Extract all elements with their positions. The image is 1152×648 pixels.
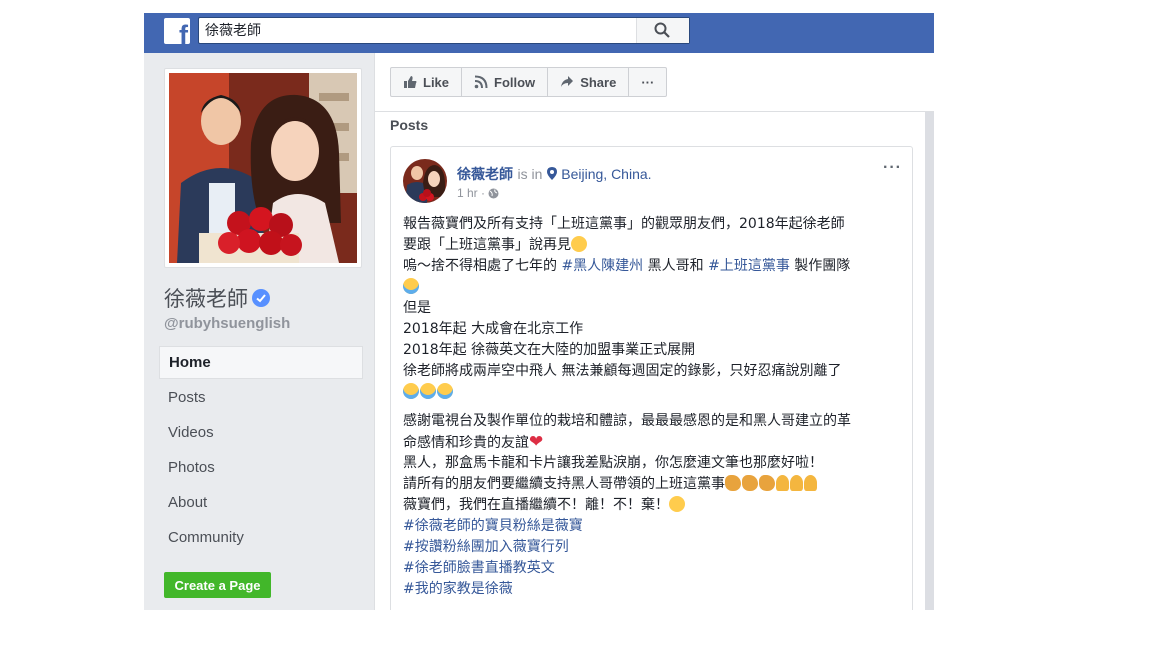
page-action-bar: Like Follow Share ··· <box>390 67 668 97</box>
clap-emoji-icon <box>725 475 741 491</box>
post-line: 命感情和珍貴的友誼❤ <box>403 432 544 452</box>
post-body: 報告薇寶們及所有支持「上班這黨事」的觀眾朋友們，2018年起徐老師 要跟「上班這… <box>403 214 903 600</box>
post-options-button[interactable]: ··· <box>883 159 902 177</box>
post-author-link[interactable]: 徐薇老師 <box>457 167 513 183</box>
clap-emoji-icon <box>759 475 775 491</box>
post-line: 黑人，那盒馬卡龍和卡片讓我差點淚崩，你怎麼連文筆也那麼好啦！ <box>403 455 823 471</box>
hashtag-link[interactable]: #上班這黨事 <box>708 258 790 274</box>
post-card: 徐薇老師 is in Beijing, China. 1 hr · ··· 報告… <box>390 146 913 610</box>
hashtag-link[interactable]: #徐老師臉書直播教英文 <box>403 558 903 579</box>
thumbs-up-icon <box>404 76 417 88</box>
divider <box>375 111 934 112</box>
profile-picture[interactable] <box>164 68 362 268</box>
post-timestamp[interactable]: 1 hr · <box>457 186 485 200</box>
globe-icon <box>488 188 499 198</box>
crying-emoji-icon <box>403 383 419 399</box>
scrollbar[interactable] <box>925 112 934 610</box>
post-line: 2018年起 大成會在北京工作 <box>403 321 584 337</box>
post-line: 但是 <box>403 300 431 316</box>
posts-heading: Posts <box>390 117 429 133</box>
is-in-text: is in <box>517 166 543 182</box>
hashtag-link[interactable]: #徐薇老師的寶貝粉絲是薇寶 <box>403 516 903 537</box>
share-arrow-icon <box>561 76 574 87</box>
nav-item-posts[interactable]: Posts <box>159 381 363 416</box>
search-button[interactable] <box>636 18 689 43</box>
page-title[interactable]: 徐薇老師 <box>164 283 270 313</box>
pray-emoji-icon <box>790 475 803 491</box>
crying-emoji-icon <box>437 383 453 399</box>
post-line: 徐老師將成兩岸空中飛人 無法兼顧每週固定的錄影，只好忍痛說別離了 <box>403 363 842 379</box>
page-nav: Home Posts Videos Photos About Community <box>159 346 363 556</box>
wink-tongue-emoji-icon <box>669 496 685 512</box>
more-options-button[interactable]: ··· <box>629 68 666 96</box>
post-line: 要跟「上班這黨事」說再見 <box>403 235 903 256</box>
post-line: 感謝電視台及製作單位的栽培和體諒，最最最感恩的是和黑人哥建立的革 <box>403 413 851 429</box>
follow-button[interactable]: Follow <box>462 68 549 96</box>
crying-emoji-icon <box>403 278 419 294</box>
facebook-logo-icon[interactable]: f <box>164 18 190 44</box>
pray-emoji-icon <box>804 475 817 491</box>
nav-item-about[interactable]: About <box>159 486 363 521</box>
share-button[interactable]: Share <box>548 68 630 96</box>
author-avatar[interactable] <box>403 159 447 203</box>
post-line: 薇寶們，我們在直播繼續不！離！不！棄！ <box>403 495 903 516</box>
rss-follow-icon <box>474 75 488 89</box>
post-header: 徐薇老師 is in Beijing, China. <box>457 164 652 184</box>
search-input[interactable] <box>205 20 635 40</box>
post-location-link[interactable]: Beijing, China. <box>561 166 651 182</box>
hashtag-link[interactable]: #按讚粉絲團加入薇寶行列 <box>403 537 903 558</box>
page-handle[interactable]: @rubyhsuenglish <box>164 315 290 332</box>
nav-item-photos[interactable]: Photos <box>159 451 363 486</box>
top-bar: f <box>144 13 934 53</box>
search-icon <box>654 22 670 38</box>
nav-item-videos[interactable]: Videos <box>159 416 363 451</box>
crying-emoji-icon <box>420 383 436 399</box>
post-line <box>403 277 903 298</box>
search-box <box>198 17 690 44</box>
kiss-emoji-icon <box>571 236 587 252</box>
create-page-button[interactable]: Create a Page <box>164 572 271 598</box>
verified-badge-icon <box>252 289 270 307</box>
heart-emoji-icon: ❤ <box>529 432 544 452</box>
hashtag-link[interactable]: #我的家教是徐薇 <box>403 579 903 600</box>
page-frame: f 徐薇老師 徐薇老師 @rubyhsuenglish Home Posts V… <box>144 13 934 610</box>
nav-item-community[interactable]: Community <box>159 521 363 556</box>
location-pin-icon <box>546 167 557 180</box>
post-meta: 1 hr · <box>457 186 499 200</box>
pray-emoji-icon <box>776 475 789 491</box>
clap-emoji-icon <box>742 475 758 491</box>
post-line: 請所有的朋友們要繼續支持黑人哥帶領的上班這黨事 <box>403 474 903 495</box>
post-line: 嗚～捨不得相處了七年的 #黑人陳建州 黑人哥和 #上班這黨事 製作團隊 <box>403 258 851 274</box>
post-line <box>403 382 903 403</box>
main-column: Like Follow Share ··· Posts 徐薇老師 is in B… <box>374 53 934 610</box>
post-line: 2018年起 徐薇英文在大陸的加盟事業正式展開 <box>403 342 696 358</box>
hashtag-link[interactable]: #黑人陳建州 <box>561 258 643 274</box>
post-line: 報告薇寶們及所有支持「上班這黨事」的觀眾朋友們，2018年起徐老師 <box>403 216 845 232</box>
nav-item-home[interactable]: Home <box>159 346 363 379</box>
left-column: 徐薇老師 @rubyhsuenglish Home Posts Videos P… <box>144 53 374 610</box>
more-icon: ··· <box>641 74 655 90</box>
like-button[interactable]: Like <box>391 68 463 96</box>
